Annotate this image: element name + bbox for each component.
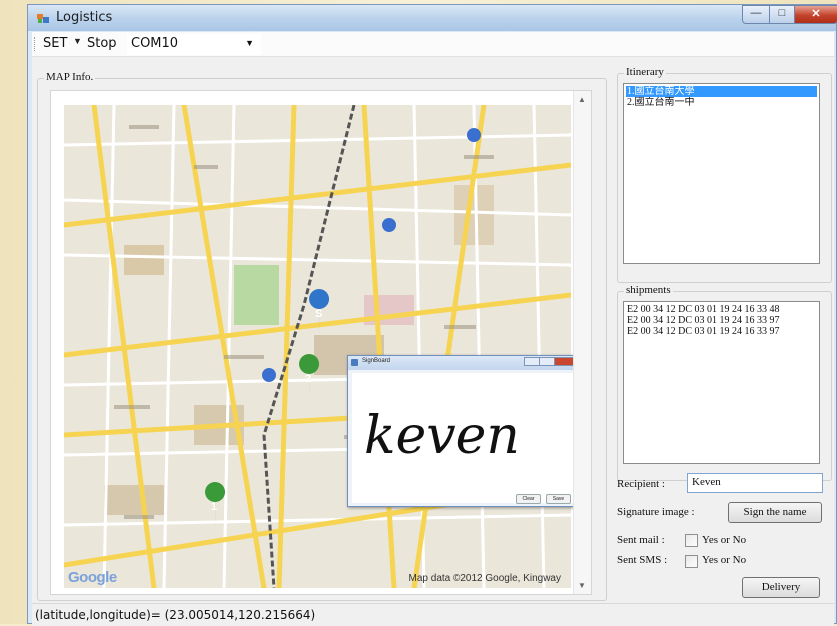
list-item[interactable]: E2 00 34 12 DC 03 01 19 24 16 33 97 [626, 326, 817, 337]
sign-the-name-button[interactable]: Sign the name [728, 502, 822, 523]
port-select[interactable]: COM10 ▼ [127, 34, 261, 55]
signature-canvas[interactable]: keven Clear Save [352, 373, 580, 504]
title-bar[interactable]: Logistics — □ ✕ [28, 5, 837, 31]
shipments-group-label: shipments [624, 284, 673, 296]
itinerary-list[interactable]: 1.國立台南大學 2.國立台南一中 [623, 83, 820, 264]
signboard-title-bar[interactable]: SignBoard [348, 356, 584, 370]
scroll-down-icon[interactable]: ▼ [578, 581, 586, 590]
delivery-button[interactable]: Delivery [742, 577, 820, 598]
shipments-group: shipments E2 00 34 12 DC 03 01 19 24 16 … [617, 284, 832, 481]
marker-2-label: 2 [305, 373, 311, 385]
maximize-button[interactable]: □ [769, 5, 795, 24]
map-scrollbar[interactable]: ▲ ▼ [573, 91, 591, 594]
signature-image-label: Signature image : [617, 506, 695, 518]
sent-sms-yes-no-label: Yes or No [702, 554, 747, 566]
maximize-icon: □ [778, 7, 786, 19]
recipient-label: Recipient : [617, 478, 665, 490]
signboard-dialog: SignBoard keven Clear Save [347, 355, 585, 507]
sent-mail-checkbox[interactable] [685, 534, 698, 547]
stop-button[interactable]: Stop [87, 36, 117, 51]
toolbar-grip[interactable] [34, 37, 37, 51]
minimize-button[interactable]: — [742, 5, 770, 24]
minimize-icon: — [750, 7, 762, 19]
sent-mail-label: Sent mail : [617, 534, 665, 546]
marker-s-label: S [315, 308, 322, 320]
list-item[interactable]: 2.國立台南一中 [626, 97, 817, 108]
toolbar: SET ▼ Stop COM10 ▼ [32, 32, 834, 57]
dropdown-arrow-icon[interactable]: ▼ [245, 38, 254, 48]
map-view[interactable]: S 2 1 Google Map data ©2012 Google, King… [50, 90, 592, 595]
set-menu[interactable]: SET [43, 36, 67, 51]
signboard-minimize-button[interactable] [524, 357, 540, 366]
list-item[interactable]: 1.國立台南大學 [626, 86, 817, 97]
app-icon [37, 14, 49, 23]
signature-text: keven [364, 406, 520, 466]
chevron-down-icon[interactable]: ▼ [73, 36, 82, 46]
sent-mail-yes-no-label: Yes or No [702, 534, 747, 546]
itinerary-group: Itinerary 1.國立台南大學 2.國立台南一中 [617, 66, 832, 283]
logistics-window: Logistics — □ ✕ SET ▼ Stop COM10 ▼ MAP I… [27, 4, 837, 626]
signboard-title: SignBoard [362, 358, 391, 364]
signboard-app-icon [351, 359, 358, 366]
map-image: S 2 1 [64, 105, 571, 588]
client-area: SET ▼ Stop COM10 ▼ MAP Info. S 2 1 Googl… [32, 32, 834, 626]
itinerary-group-label: Itinerary [624, 66, 666, 78]
google-logo: Google [68, 569, 117, 586]
status-coordinates: (latitude,longitude)= (23.005014,120.215… [35, 608, 316, 622]
save-button[interactable]: Save [546, 494, 571, 504]
shipments-list[interactable]: E2 00 34 12 DC 03 01 19 24 16 33 48 E2 0… [623, 301, 820, 464]
close-button[interactable]: ✕ [794, 5, 837, 24]
map-credit: Map data ©2012 Google, Kingway [408, 573, 561, 584]
marker-1-label: 1 [211, 501, 217, 513]
recipient-input[interactable]: Keven [687, 473, 823, 493]
sent-sms-label: Sent SMS : [617, 554, 668, 566]
map-info-group: MAP Info. S 2 1 Google Map data ©2012 Go… [37, 71, 607, 601]
signboard-maximize-button[interactable] [539, 357, 555, 366]
map-group-label: MAP Info. [44, 71, 96, 83]
window-title: Logistics [56, 10, 113, 25]
scroll-up-icon[interactable]: ▲ [578, 95, 586, 104]
map-canvas[interactable]: S 2 1 Google Map data ©2012 Google, King… [64, 105, 571, 588]
list-item[interactable]: E2 00 34 12 DC 03 01 19 24 16 33 48 [626, 304, 817, 315]
status-bar: (latitude,longitude)= (23.005014,120.215… [32, 603, 834, 626]
sent-sms-checkbox[interactable] [685, 555, 698, 568]
list-item[interactable]: E2 00 34 12 DC 03 01 19 24 16 33 97 [626, 315, 817, 326]
port-value: COM10 [131, 36, 179, 51]
clear-button[interactable]: Clear [516, 494, 541, 504]
signature-drawing: keven [364, 406, 520, 466]
close-icon: ✕ [811, 8, 821, 20]
